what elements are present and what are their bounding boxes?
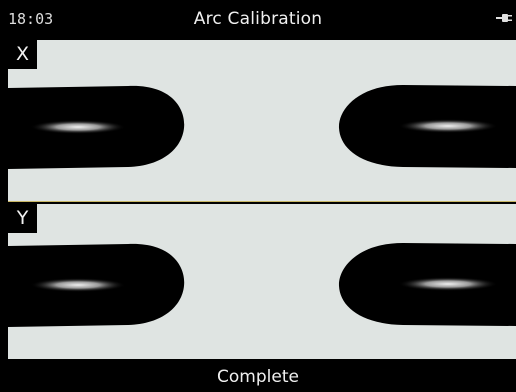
left-arc-glow <box>30 120 126 134</box>
page-title: Arc Calibration <box>193 9 323 29</box>
plug-icon <box>496 14 512 22</box>
right-arc-glow <box>398 277 498 291</box>
status-bar: 18:03 Arc Calibration <box>0 0 516 39</box>
fiber-image-x <box>8 85 516 169</box>
status-message: Complete <box>217 367 299 387</box>
fiber-image-y <box>8 243 516 327</box>
camera-view-x: X <box>8 40 516 202</box>
axis-label-x: X <box>8 40 37 69</box>
axis-label-y: Y <box>8 204 37 233</box>
left-arc-glow <box>30 278 126 292</box>
right-arc-glow <box>398 119 498 133</box>
footer-bar: Complete <box>0 360 516 392</box>
camera-view-y: Y <box>8 204 516 359</box>
left-border <box>0 39 8 360</box>
